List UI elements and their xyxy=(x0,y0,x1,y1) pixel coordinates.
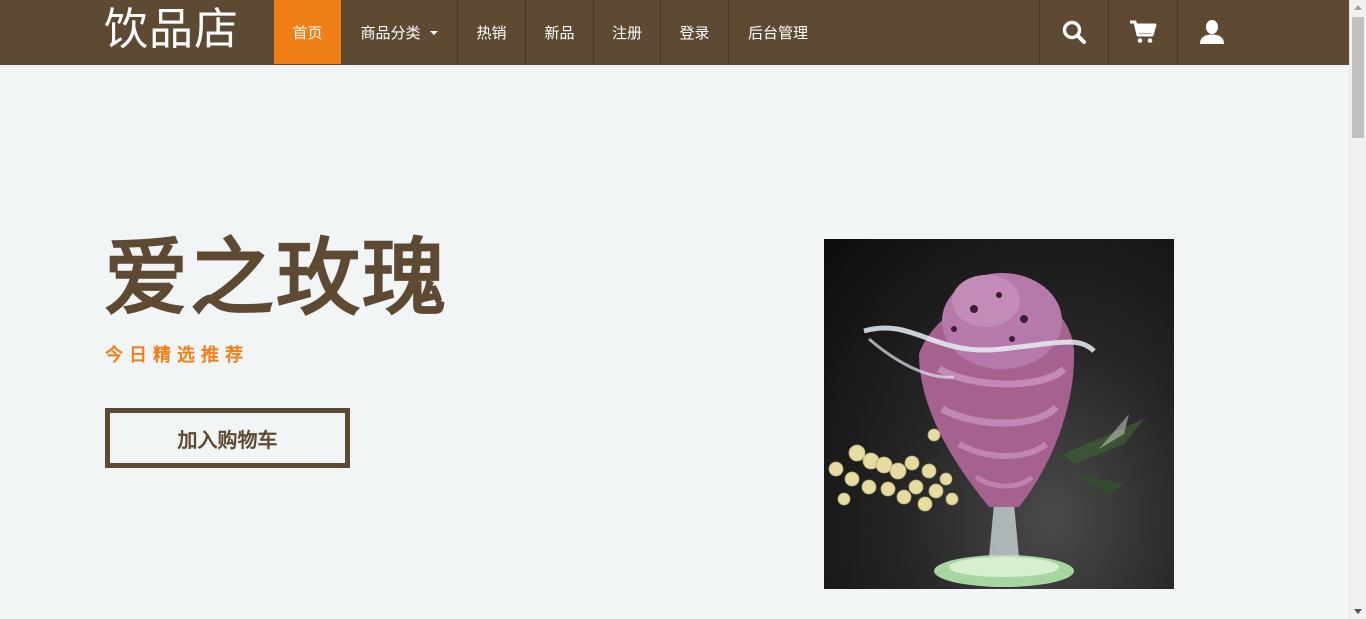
search-icon xyxy=(1062,20,1086,44)
cart-button[interactable] xyxy=(1108,0,1177,64)
hero-title: 爱之玫瑰 xyxy=(104,229,449,327)
nav-item-new[interactable]: 新品 xyxy=(526,0,594,64)
scroll-down-arrow-icon[interactable] xyxy=(1354,609,1362,614)
hero-subtitle: 今日精选推荐 xyxy=(105,345,249,366)
add-to-cart-button[interactable]: 加入购物车 xyxy=(105,408,350,468)
brand-logo[interactable]: 饮品店 xyxy=(104,2,239,58)
ice-cream-cup-image xyxy=(828,273,1144,587)
scrollbar-thumb[interactable] xyxy=(1352,17,1364,138)
nav-icons xyxy=(1039,0,1245,64)
user-icon xyxy=(1199,20,1224,44)
top-navbar: 饮品店 首页 商品分类 热销 新品 注册 登录 后台管理 xyxy=(0,0,1349,65)
nav-item-categories-label: 商品分类 xyxy=(360,23,421,42)
page: 饮品店 首页 商品分类 热销 新品 注册 登录 后台管理 爱之玫瑰 今日精选推荐… xyxy=(0,0,1366,619)
nav-item-admin[interactable]: 后台管理 xyxy=(729,0,827,64)
nav-item-register[interactable]: 注册 xyxy=(594,0,661,64)
scroll-up-arrow-icon[interactable] xyxy=(1354,5,1362,10)
nav-item-login[interactable]: 登录 xyxy=(661,0,729,64)
cart-icon xyxy=(1130,20,1157,43)
nav-item-hot[interactable]: 热销 xyxy=(458,0,526,64)
vertical-scrollbar[interactable] xyxy=(1349,0,1366,619)
caret-down-icon xyxy=(429,31,438,35)
product-image[interactable] xyxy=(824,239,1174,589)
nav-item-categories[interactable]: 商品分类 xyxy=(341,0,458,64)
user-button[interactable] xyxy=(1177,0,1245,64)
main-nav: 首页 商品分类 热销 新品 注册 登录 后台管理 xyxy=(274,0,827,64)
nav-item-home[interactable]: 首页 xyxy=(274,0,341,64)
search-button[interactable] xyxy=(1039,0,1108,64)
